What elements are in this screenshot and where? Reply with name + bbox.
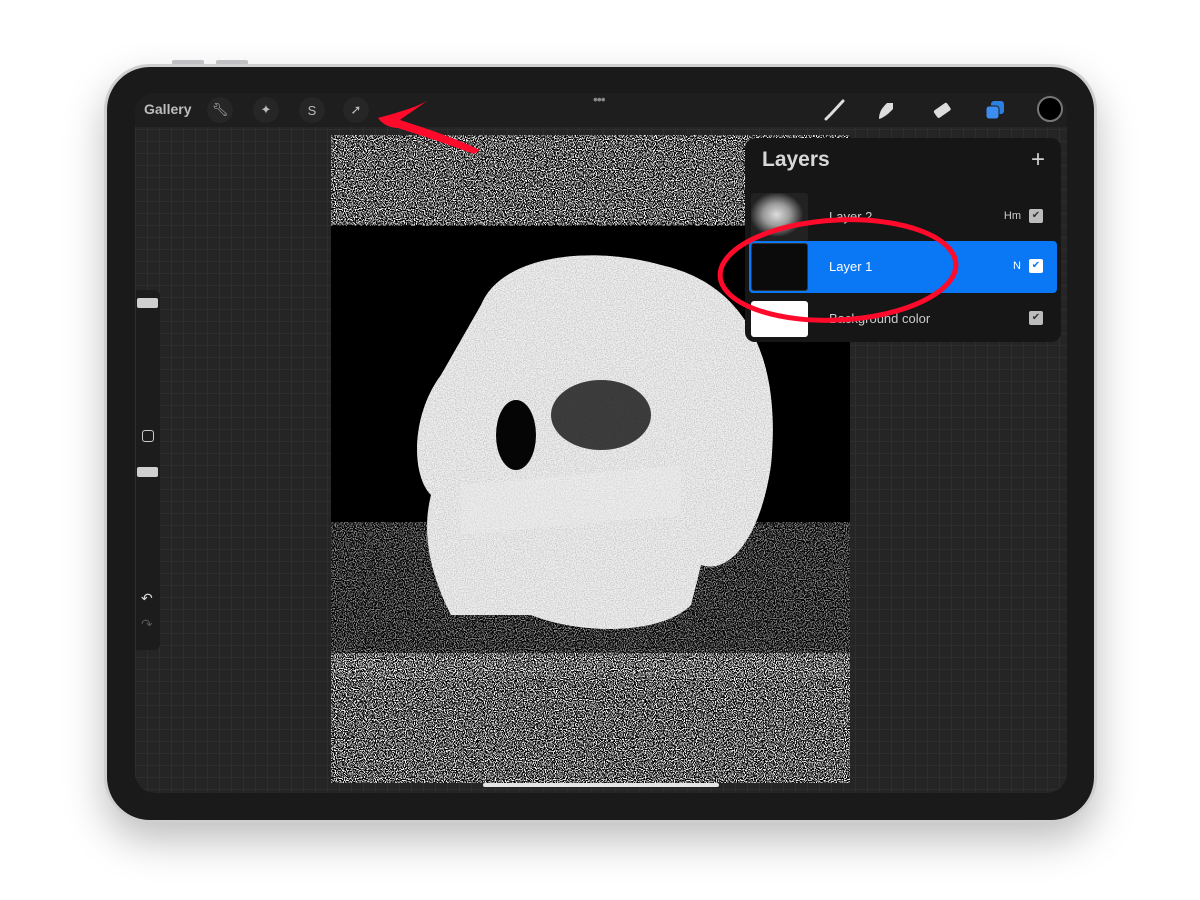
magic-wand-icon[interactable]: ✦ — [253, 97, 279, 123]
redo-button[interactable]: ↷ — [141, 616, 153, 633]
opacity-slider[interactable] — [137, 467, 158, 477]
add-layer-button[interactable]: + — [1031, 146, 1045, 174]
visibility-checkbox[interactable]: ✔ — [1029, 311, 1043, 325]
layer-name: Background color — [829, 311, 931, 326]
background-color-thumbnail — [751, 301, 808, 337]
layer-row-selected[interactable]: Layer 1 N ✔ — [749, 241, 1057, 293]
transform-arrow-icon[interactable]: ➚ — [343, 97, 369, 123]
layer-thumbnail — [751, 193, 808, 241]
layers-panel: Layers + Layer 2 Hm ✔ Layer 1 N ✔ Backgr… — [745, 138, 1061, 342]
procreate-screen: Gallery 🔧︎ ✦ S ➚ ••• ↶ ↷ Layers + Layer … — [135, 93, 1067, 793]
gallery-button[interactable]: Gallery — [144, 101, 191, 117]
selection-icon[interactable]: S — [299, 97, 325, 123]
smudge-icon[interactable] — [872, 96, 900, 124]
brush-icon[interactable] — [820, 96, 848, 124]
home-indicator[interactable] — [483, 783, 719, 787]
top-toolbar: Gallery 🔧︎ ✦ S ➚ ••• — [135, 93, 1067, 127]
color-picker-button[interactable] — [1037, 96, 1063, 122]
layer-name: Layer 2 — [829, 209, 873, 224]
layer-thumbnail — [751, 243, 808, 291]
layers-title: Layers — [762, 148, 830, 171]
blend-mode-button[interactable]: N — [1013, 260, 1021, 272]
layer-row[interactable]: Layer 2 Hm ✔ — [749, 191, 1057, 243]
undo-button[interactable]: ↶ — [141, 590, 153, 607]
wrench-icon[interactable]: 🔧︎ — [207, 97, 233, 123]
eraser-icon[interactable] — [927, 96, 955, 124]
layers-icon[interactable] — [981, 96, 1009, 124]
left-sidebar: ↶ ↷ — [136, 290, 160, 650]
blend-mode-button[interactable]: Hm — [1004, 210, 1021, 222]
modify-button[interactable] — [142, 430, 154, 442]
layer-name: Layer 1 — [829, 259, 873, 274]
brush-size-slider[interactable] — [137, 298, 158, 308]
layer-row[interactable]: Background color ✔ — [749, 293, 1057, 339]
visibility-checkbox[interactable]: ✔ — [1029, 259, 1043, 273]
more-dots-icon[interactable]: ••• — [593, 93, 606, 107]
visibility-checkbox[interactable]: ✔ — [1029, 209, 1043, 223]
